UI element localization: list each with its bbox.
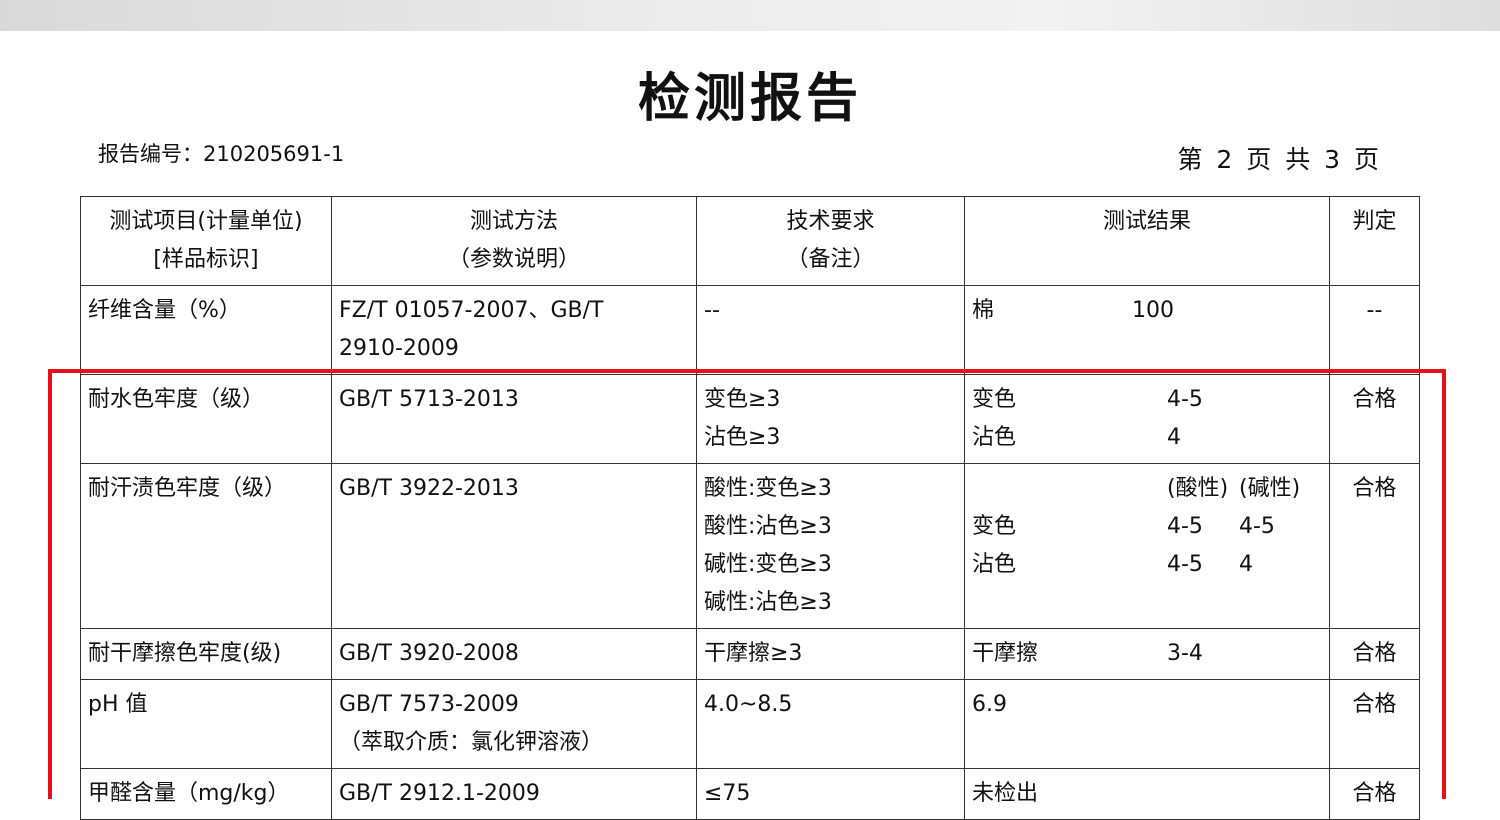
result-cell: (酸性) (碱性) 变色 4-5 4-5 沾色 4-5 4 [964,463,1330,629]
requirement-cell: 酸性:变色≥3 酸性:沾色≥3 碱性:变色≥3 碱性:沾色≥3 [696,463,965,629]
verdict-cell: 合格 [1329,374,1420,464]
table-row: 耐干摩擦色牢度(级) GB/T 3920-2008 干摩擦≥3 干摩擦 3-4 合格 [80,628,1420,680]
result-line: 变色 4-5 4-5 [972,514,1275,539]
verdict-cell: 合格 [1329,679,1420,769]
result-line: 6.9 [972,692,1007,717]
result-line: 沾色 4-5 4 [972,552,1253,577]
test-method-cell: GB/T 2912.1-2009 [331,768,697,820]
requirement-cell: ≤75 [696,768,965,820]
requirement-cell: 4.0~8.5 [696,679,965,769]
result-line: 变色 4-5 [972,387,1203,412]
requirement-cell: 变色≥3 沾色≥3 [696,374,965,464]
header-cell: 判定 [1329,196,1420,286]
result-line: 未检出 [972,781,1039,806]
verdict-cell: -- [1329,285,1420,375]
page-title: 检测报告 [637,68,862,129]
result-line: (酸性) (碱性) [1167,476,1301,501]
top-gradient-bar [0,0,1500,31]
table-row: 甲醛含量（mg/kg） GB/T 2912.1-2009 ≤75 未检出 合格 [80,768,1420,820]
test-item-cell: 耐干摩擦色牢度(级) [80,628,332,680]
result-cell: 棉 100 [964,285,1330,375]
test-item-cell: pH 值 [80,679,332,769]
header-cell: 技术要求 （备注） [696,196,965,286]
test-method-cell: GB/T 3922-2013 [331,463,697,629]
table-row: pH 值 GB/T 7573-2009 （萃取介质：氯化钾溶液） 4.0~8.5 6.9… [80,679,1420,769]
test-item-cell: 耐水色牢度（级） [80,374,332,464]
verdict-cell: 合格 [1329,463,1420,629]
test-method-cell: FZ/T 01057-2007、GB/T 2910-2009 [331,285,697,375]
test-method-cell: GB/T 3920-2008 [331,628,697,680]
requirement-cell: -- [696,285,965,375]
header-cell: 测试结果 [964,196,1330,286]
test-item-cell: 耐汗渍色牢度（级） [80,463,332,629]
result-line: 干摩擦 3-4 [972,641,1203,666]
test-method-cell: GB/T 7573-2009 （萃取介质：氯化钾溶液） [331,679,697,769]
test-item-cell: 纤维含量（%） [80,285,332,375]
result-cell: 未检出 [964,768,1330,820]
verdict-cell: 合格 [1329,628,1420,680]
table-row: 纤维含量（%） FZ/T 01057-2007、GB/T 2910-2009 -- 棉 1… [80,285,1420,375]
header-cell: 测试项目(计量单位) [样品标识] [80,196,332,286]
header-cell: 测试方法 （参数说明） [331,196,697,286]
table-row: 耐水色牢度（级） GB/T 5713-2013 变色≥3 沾色≥3 变色 4-5 沾色 4 合格 [80,374,1420,464]
test-method-cell: GB/T 5713-2013 [331,374,697,464]
table-header-row: 测试项目(计量单位) [样品标识] 测试方法 （参数说明） 技术要求 （备注） 测试结… [80,196,1420,286]
result-line: 棉 100 [972,298,1174,323]
result-line: 沾色 4 [972,425,1181,450]
test-item-cell: 甲醛含量（mg/kg） [80,768,332,820]
table-row: 耐汗渍色牢度（级） GB/T 3922-2013 酸性:变色≥3 酸性:沾色≥3 碱性:… [80,463,1420,629]
result-cell: 干摩擦 3-4 [964,628,1330,680]
page-indicator: 第 2 页 共 3 页 [1177,145,1382,174]
verdict-cell: 合格 [1329,768,1420,820]
requirement-cell: 干摩擦≥3 [696,628,965,680]
report-number: 报告编号：210205691-1 [98,142,345,166]
result-cell: 6.9 [964,679,1330,769]
test-results-table: 测试项目(计量单位) [样品标识] 测试方法 （参数说明） 技术要求 （备注） 测试结… [80,196,1420,820]
result-cell: 变色 4-5 沾色 4 [964,374,1330,464]
